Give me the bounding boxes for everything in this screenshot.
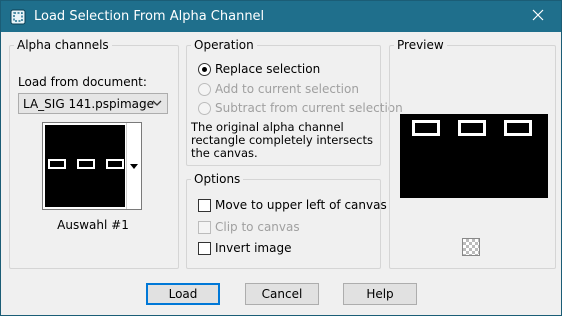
- options-group: Options Move to upper left of canvas Cli…: [186, 172, 387, 269]
- preview-group-label: Preview: [394, 38, 447, 52]
- preview-box: [504, 120, 532, 136]
- checkbox-label: Move to upper left of canvas: [215, 198, 387, 212]
- thumbnail-box: [77, 159, 95, 169]
- thumbnail-box: [106, 159, 124, 169]
- cancel-button[interactable]: Cancel: [245, 283, 319, 305]
- title-bar[interactable]: Load Selection From Alpha Channel: [1, 1, 561, 32]
- channel-thumbnail: [45, 125, 125, 207]
- options-group-label: Options: [191, 172, 244, 186]
- dialog-window: Load Selection From Alpha Channel Alpha …: [0, 0, 562, 316]
- thumbnail-box: [48, 159, 66, 169]
- checkbox-label: Invert image: [215, 241, 292, 255]
- operation-note: The original alpha channel rectangle com…: [191, 120, 374, 160]
- operation-group-label: Operation: [191, 38, 257, 52]
- radio-indicator: [198, 62, 211, 76]
- subtract-from-selection-radio[interactable]: Subtract from current selection: [198, 101, 403, 115]
- preview-group: Preview: [389, 38, 556, 269]
- close-icon: [532, 9, 544, 24]
- preview-box: [412, 120, 440, 136]
- channel-picker-dropdown[interactable]: [126, 123, 141, 209]
- checkbox-indicator: [198, 198, 211, 212]
- preview-canvas: [400, 114, 548, 198]
- radio-label: Subtract from current selection: [215, 101, 403, 115]
- checkerboard-icon[interactable]: [462, 238, 480, 256]
- preview-box: [458, 120, 486, 136]
- triangle-down-icon: [130, 159, 138, 173]
- checkbox-indicator: [198, 241, 211, 255]
- radio-indicator: [198, 101, 211, 115]
- clip-to-canvas-checkbox[interactable]: Clip to canvas: [198, 220, 300, 234]
- alpha-channels-group: Alpha channels Load from document: LA_SI…: [9, 38, 179, 269]
- alpha-channels-group-label: Alpha channels: [14, 38, 112, 52]
- app-icon: [10, 9, 26, 25]
- radio-label: Add to current selection: [215, 82, 359, 96]
- checkbox-indicator: [198, 220, 211, 234]
- document-select-value: LA_SIG 141.pspimage: [23, 96, 155, 111]
- document-select[interactable]: LA_SIG 141.pspimage: [18, 93, 168, 114]
- radio-indicator: [198, 82, 211, 96]
- chevron-down-icon: [151, 97, 163, 109]
- move-to-upper-left-checkbox[interactable]: Move to upper left of canvas: [198, 198, 387, 212]
- add-to-selection-radio[interactable]: Add to current selection: [198, 82, 359, 96]
- load-from-document-label: Load from document:: [18, 75, 147, 89]
- replace-selection-radio[interactable]: Replace selection: [198, 62, 320, 76]
- channel-name: Auswahl #1: [57, 218, 129, 232]
- load-button[interactable]: Load: [146, 283, 220, 305]
- invert-image-checkbox[interactable]: Invert image: [198, 241, 291, 255]
- help-button[interactable]: Help: [343, 283, 417, 305]
- operation-group: Operation Replace selection Add to curre…: [186, 38, 403, 166]
- radio-label: Replace selection: [215, 62, 321, 76]
- close-button[interactable]: [515, 1, 561, 32]
- channel-picker[interactable]: [42, 122, 142, 210]
- window-title: Load Selection From Alpha Channel: [34, 9, 265, 24]
- checkbox-label: Clip to canvas: [215, 220, 300, 234]
